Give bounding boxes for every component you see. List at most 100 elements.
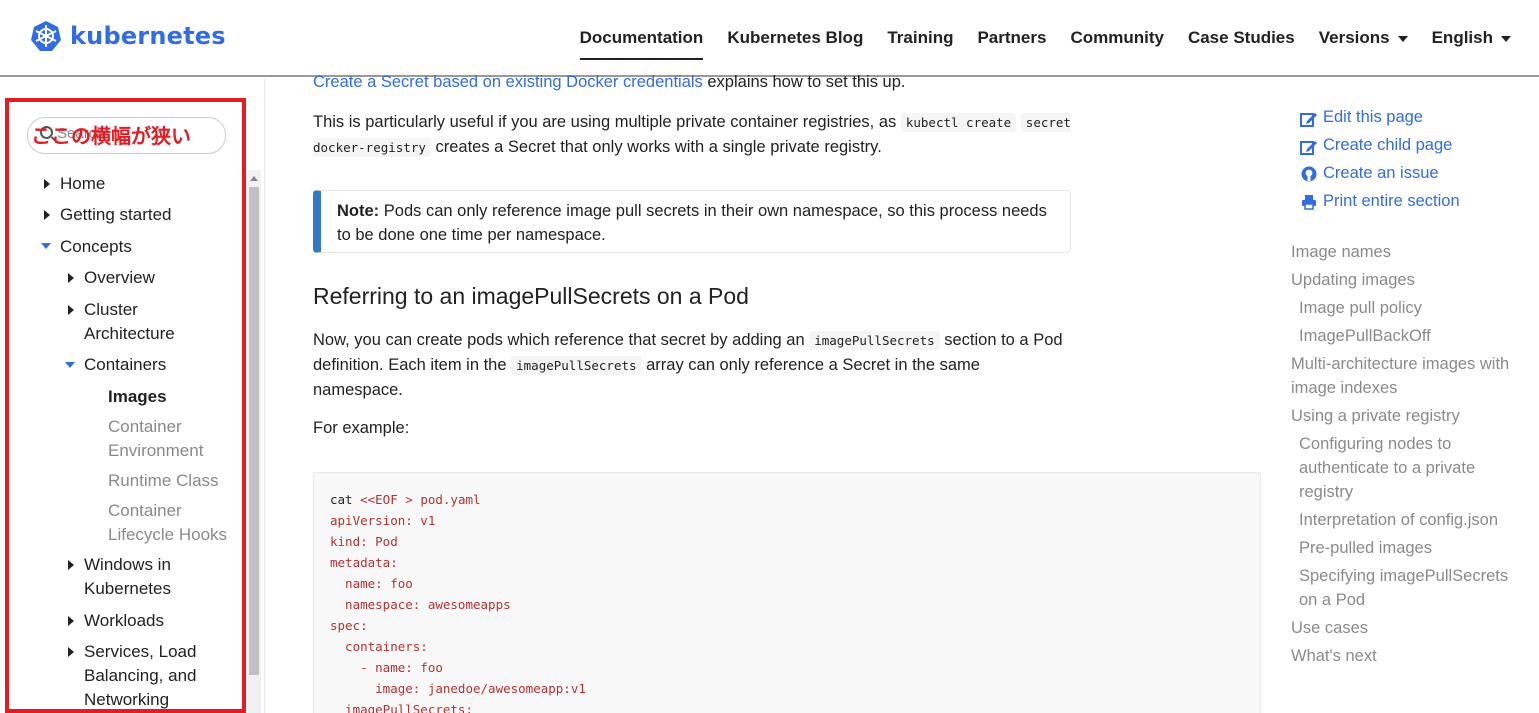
kubernetes-logo[interactable]: kubernetes [30, 20, 226, 52]
toc-item[interactable]: Using a private registry [1291, 404, 1460, 428]
caret-right-icon[interactable] [68, 616, 74, 626]
code-heredoc: <<EOF > pod.yaml [360, 492, 481, 507]
nav-versions-dropdown[interactable]: Versions [1319, 28, 1408, 48]
sidebar-item-images[interactable]: Images [108, 385, 167, 409]
nav-documentation[interactable]: Documentation [579, 28, 704, 60]
logo-text: kubernetes [70, 22, 226, 50]
paragraph-example: For example: [313, 419, 410, 437]
action-label: Edit this page [1323, 108, 1423, 126]
item-line: Lifecycle Hooks [108, 525, 228, 544]
toc-item[interactable]: Updating images [1291, 268, 1415, 292]
action-label: Create child page [1323, 136, 1453, 154]
toc-item[interactable]: registry [1299, 480, 1353, 504]
sidebar-item-workloads[interactable]: Workloads [84, 609, 164, 633]
caret-right-icon[interactable] [68, 560, 74, 570]
caret-down-icon[interactable] [65, 362, 75, 368]
action-label: Print entire section [1323, 192, 1460, 210]
nav-partners[interactable]: Partners [977, 28, 1046, 48]
edit-icon [1300, 113, 1317, 127]
toc-item[interactable]: on a Pod [1299, 588, 1365, 612]
inline-code: imagePullSecrets [511, 356, 642, 375]
item-line: Architecture [84, 324, 175, 343]
toc-item[interactable]: authenticate to a private [1299, 456, 1475, 480]
code-line: apiVersion: v1 [330, 513, 436, 528]
caret-right-icon[interactable] [68, 647, 74, 657]
note-callout: Note: Pods can only reference image pull… [313, 190, 1071, 253]
sidebar-item-container-environment[interactable]: Container Environment [108, 415, 203, 463]
item-line: Balancing, and [84, 666, 197, 685]
main-nav: Documentation Kubernetes Blog Training P… [556, 28, 1511, 60]
toc-item[interactable]: ImagePullBackOff [1299, 324, 1431, 348]
sidebar-item-home[interactable]: Home [60, 172, 105, 196]
item-line: Container [108, 417, 182, 436]
code-line: kind: Pod [330, 534, 398, 549]
chevron-down-icon [1397, 35, 1408, 42]
nav-versions-label: Versions [1318, 28, 1390, 47]
code-line: namespace: awesomeapps [330, 597, 511, 612]
toc-item[interactable]: Image names [1291, 240, 1391, 264]
sidebar-search-input[interactable]: Search ここの横幅が狭い [27, 117, 226, 154]
nav-kubernetes-blog[interactable]: Kubernetes Blog [727, 28, 863, 48]
nav-case-studies[interactable]: Case Studies [1188, 28, 1295, 48]
toc-item[interactable]: image indexes [1291, 376, 1397, 400]
sidebar-item-windows-in-kubernetes[interactable]: Windows in Kubernetes [84, 553, 171, 601]
sidebar-item-services[interactable]: Services, Load Balancing, and Networking [84, 640, 196, 712]
sidebar-item-runtime-class[interactable]: Runtime Class [108, 469, 219, 493]
caret-down-icon[interactable] [41, 243, 51, 249]
code-line: metadata: [330, 555, 398, 570]
caret-right-icon[interactable] [44, 179, 50, 189]
code-line: spec: [330, 618, 368, 633]
code-line: cat <<EOF > pod.yaml [330, 489, 481, 510]
paragraph-text: creates a Secret that only works with a … [430, 138, 882, 156]
caret-right-icon[interactable] [68, 273, 74, 283]
toc-item[interactable]: Specifying imagePullSecrets [1299, 564, 1508, 588]
print-icon [1302, 195, 1316, 210]
sidebar-item-concepts[interactable]: Concepts [60, 235, 132, 259]
sidebar-item-overview[interactable]: Overview [84, 266, 155, 290]
item-line: Environment [108, 441, 204, 460]
chevron-down-icon [1501, 35, 1511, 42]
nav-community[interactable]: Community [1070, 28, 1164, 48]
code-line: image: janedoe/awesomeapp:v1 [330, 681, 586, 696]
code-line: imagePullSecrets: [330, 702, 473, 713]
top-navbar: kubernetes Documentation Kubernetes Blog… [0, 0, 1539, 77]
sidebar-item-container-lifecycle-hooks[interactable]: Container Lifecycle Hooks [108, 499, 227, 547]
inline-code: imagePullSecrets [809, 331, 940, 350]
note-text: Pods can only reference image pull secre… [337, 202, 1047, 244]
toc-item[interactable]: What's next [1291, 644, 1377, 668]
item-line: Kubernetes [84, 579, 171, 598]
item-line: Networking [84, 690, 170, 709]
toc-item[interactable]: Image pull policy [1299, 296, 1422, 320]
code-line: - name: foo [330, 660, 443, 675]
caret-right-icon[interactable] [44, 210, 50, 220]
scroll-up-icon[interactable] [250, 176, 258, 181]
annotation-text: ここの横幅が狭い [31, 124, 191, 148]
toc-item[interactable]: Interpretation of config.json [1299, 508, 1498, 532]
code-command: cat [330, 492, 361, 507]
paragraph-text: explains how to set this up. [702, 73, 906, 91]
toc-item[interactable]: Configuring nodes to [1299, 432, 1451, 456]
toc-item[interactable]: Use cases [1291, 616, 1368, 640]
code-line: name: foo [330, 576, 413, 591]
sidebar-scrollbar[interactable] [247, 170, 261, 713]
edit-icon [1300, 141, 1317, 155]
inline-code: kubectl create [900, 113, 1017, 132]
docker-credentials-link[interactable]: Create a Secret based on existing Docker… [313, 73, 703, 91]
kubernetes-helm-icon [31, 21, 61, 51]
paragraph-imagepullsecrets: Now, you can create pods which reference… [313, 328, 1073, 402]
code-block[interactable]: cat <<EOF > pod.yaml apiVersion: v1 kind… [313, 472, 1261, 713]
scrollbar-thumb[interactable] [249, 187, 259, 675]
code-line: containers: [330, 639, 428, 654]
sidebar-item-cluster-architecture[interactable]: Cluster Architecture [84, 298, 175, 346]
item-line: Services, Load [84, 642, 197, 661]
toc-item[interactable]: Pre-pulled images [1299, 536, 1432, 560]
sidebar-item-getting-started[interactable]: Getting started [60, 203, 172, 227]
sidebar-item-containers[interactable]: Containers [84, 353, 166, 377]
paragraph-text: This is particularly useful if you are u… [313, 113, 901, 131]
nav-training[interactable]: Training [887, 28, 953, 48]
github-icon [1301, 166, 1317, 182]
caret-right-icon[interactable] [68, 305, 74, 315]
note-label: Note: [337, 202, 380, 220]
nav-language-dropdown[interactable]: English [1432, 28, 1511, 48]
toc-item[interactable]: Multi-architecture images with [1291, 352, 1509, 376]
